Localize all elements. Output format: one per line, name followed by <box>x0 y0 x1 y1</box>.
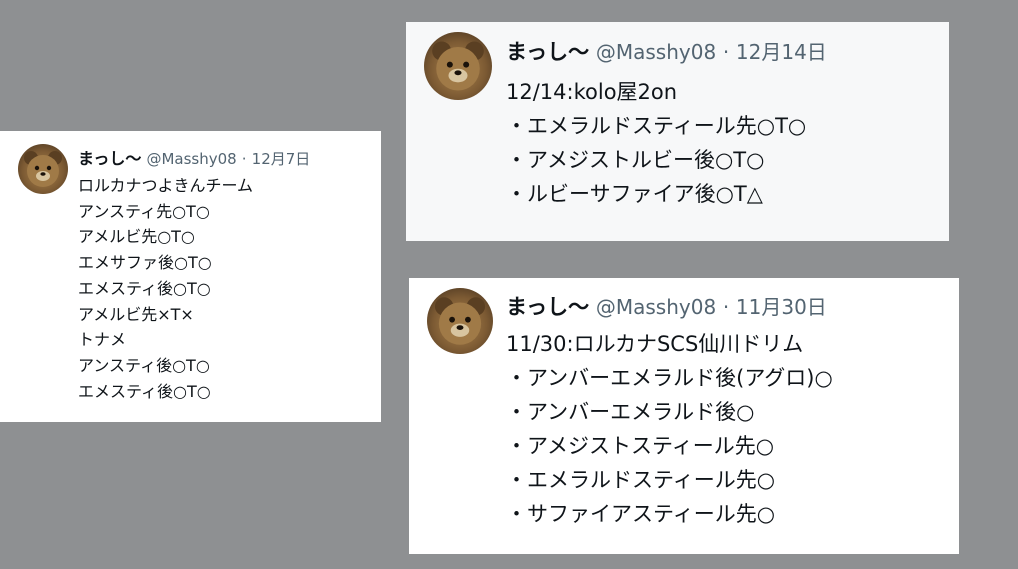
separator: · <box>722 40 730 64</box>
tweet-line: 12/14:kolo屋2on <box>506 80 678 104</box>
handle[interactable]: @Masshy08 <box>596 40 716 64</box>
tweet-line: アンスティ先○T○ <box>78 201 210 221</box>
tweet-text: 11/30:ロルカナSCS仙川ドリム ・アンバーエメラルド後(アグロ)○ ・アン… <box>506 327 833 531</box>
bear-avatar-icon[interactable] <box>18 144 68 194</box>
timestamp[interactable]: 12月14日 <box>736 40 827 64</box>
tweet-header: まっし〜 @Masshy08 · 11月30日 <box>506 291 827 321</box>
bear-avatar-icon[interactable] <box>424 32 492 100</box>
tweet-line: アメルビ先○T○ <box>78 227 195 247</box>
separator: · <box>241 150 247 168</box>
tweet-line: ・ルビーサファイア後○T△ <box>506 182 763 206</box>
tweet-text: ロルカナつよきんチーム アンスティ先○T○ アメルビ先○T○ エメサファ後○T○… <box>78 173 253 404</box>
tweet-line: エメスティ後○T○ <box>78 278 211 298</box>
timestamp[interactable]: 11月30日 <box>736 295 827 319</box>
tweet-header: まっし〜 @Masshy08 · 12月7日 <box>78 145 310 169</box>
timestamp[interactable]: 12月7日 <box>252 150 311 168</box>
tweet-line: ・アメジストスティール先○ <box>506 434 775 458</box>
bear-avatar-icon[interactable] <box>427 288 493 354</box>
tweet-line: エメサファ後○T○ <box>78 253 212 273</box>
tweet-header: まっし〜 @Masshy08 · 12月14日 <box>506 36 827 66</box>
tweet-line: エメスティ後○T○ <box>78 381 211 401</box>
tweet-line: ・エメラルドスティール先○T○ <box>506 114 807 138</box>
tweet-line: ・アメジストルビー後○T○ <box>506 148 765 172</box>
tweet-line: ・アンバーエメラルド後○ <box>506 400 755 424</box>
tweet-line: ・サファイアスティール先○ <box>506 502 776 526</box>
display-name[interactable]: まっし〜 <box>78 149 141 168</box>
tweet-line: アンスティ後○T○ <box>78 355 210 375</box>
tweet-line: ロルカナつよきんチーム <box>78 176 254 195</box>
tweet-card-dec14[interactable]: まっし〜 @Masshy08 · 12月14日 12/14:kolo屋2on ・… <box>406 22 949 241</box>
display-name[interactable]: まっし〜 <box>506 295 589 319</box>
tweet-card-nov30[interactable]: まっし〜 @Masshy08 · 11月30日 11/30:ロルカナSCS仙川ド… <box>409 278 959 554</box>
tweet-line: ・アンバーエメラルド後(アグロ)○ <box>506 366 833 390</box>
separator: · <box>722 295 730 319</box>
tweet-line: ・エメラルドスティール先○ <box>506 468 776 492</box>
display-name[interactable]: まっし〜 <box>506 40 589 64</box>
tweet-line: アメルビ先×T× <box>78 304 194 324</box>
handle[interactable]: @Masshy08 <box>146 150 236 168</box>
tweet-line: 11/30:ロルカナSCS仙川ドリム <box>506 332 804 356</box>
handle[interactable]: @Masshy08 <box>596 295 716 319</box>
tweet-line: トナメ <box>78 330 127 350</box>
tweet-card-dec7[interactable]: まっし〜 @Masshy08 · 12月7日 ロルカナつよきんチーム アンスティ… <box>0 131 381 422</box>
tweet-text: 12/14:kolo屋2on ・エメラルドスティール先○T○ ・アメジストルビー… <box>506 75 806 211</box>
